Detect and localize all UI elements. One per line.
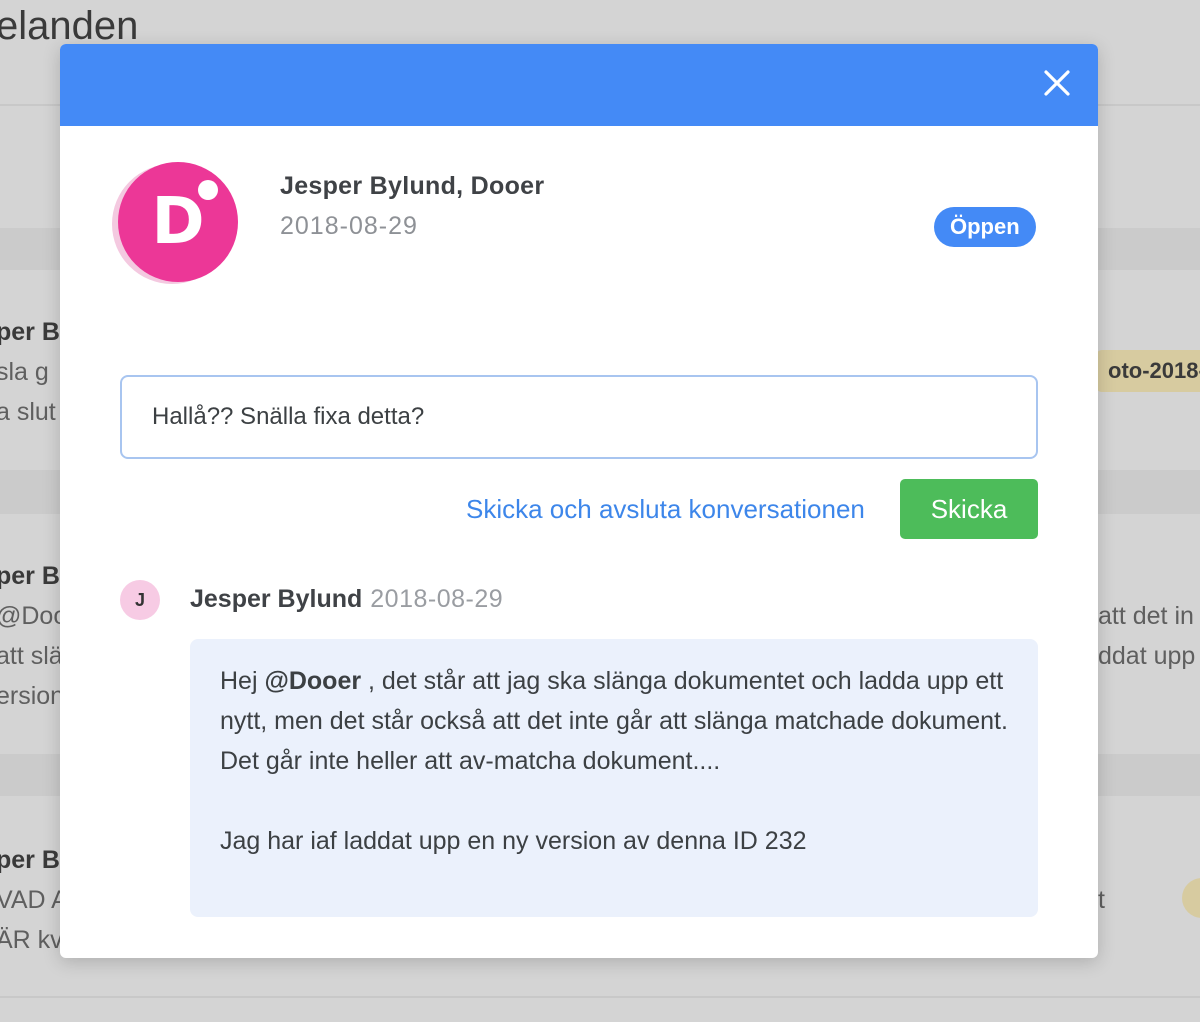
status-badge: Öppen	[934, 207, 1036, 247]
background-row-text: ÄR kv	[0, 926, 63, 954]
background-row-text: att det in	[1098, 602, 1194, 630]
author-avatar: D	[112, 162, 242, 286]
message-paragraph: Jag har iaf laddat upp en ny version av …	[220, 827, 807, 855]
background-row-text: ddat upp	[1098, 642, 1196, 670]
background-row-text: att slä	[0, 642, 63, 670]
message-date: 2018-08-29	[370, 585, 504, 613]
background-tag: oto-2018-	[1096, 350, 1200, 392]
message-bubble: Hej @Dooer , det står att jag ska slänga…	[190, 639, 1038, 917]
conversation-date: 2018-08-29	[280, 212, 418, 240]
close-icon[interactable]	[1042, 68, 1072, 98]
background-row-text: @Doo	[0, 602, 68, 630]
message-paragraph: Hej @Dooer , det står att jag ska slänga…	[220, 661, 1008, 781]
message-avatar: J	[120, 580, 160, 620]
background-page-title: elanden	[0, 4, 139, 48]
avatar-dot-icon	[198, 180, 218, 200]
send-button[interactable]: Skicka	[900, 479, 1038, 539]
author-name: Jesper Bylund, Dooer	[280, 172, 545, 200]
message-header: Jesper Bylund 2018-08-29	[190, 585, 503, 614]
reply-input[interactable]	[120, 375, 1038, 459]
background-row-text: a slut	[0, 398, 56, 426]
message-author: Jesper Bylund	[190, 585, 363, 613]
mention[interactable]: @Dooer	[264, 667, 361, 695]
background-row-text: ersion	[0, 682, 65, 710]
modal-header	[60, 44, 1098, 126]
background-row-text: VAD A	[0, 886, 68, 914]
divider	[0, 996, 1200, 998]
conversation-modal: D Jesper Bylund, Dooer 2018-08-29 Öppen …	[60, 44, 1098, 958]
avatar-letter: D	[151, 185, 205, 259]
background-row-text: t	[1098, 886, 1105, 914]
background-row-text: sla g	[0, 358, 49, 386]
background-badge	[1182, 878, 1200, 918]
message-text: Hej	[220, 667, 265, 695]
send-and-close-link[interactable]: Skicka och avsluta konversationen	[466, 494, 865, 525]
